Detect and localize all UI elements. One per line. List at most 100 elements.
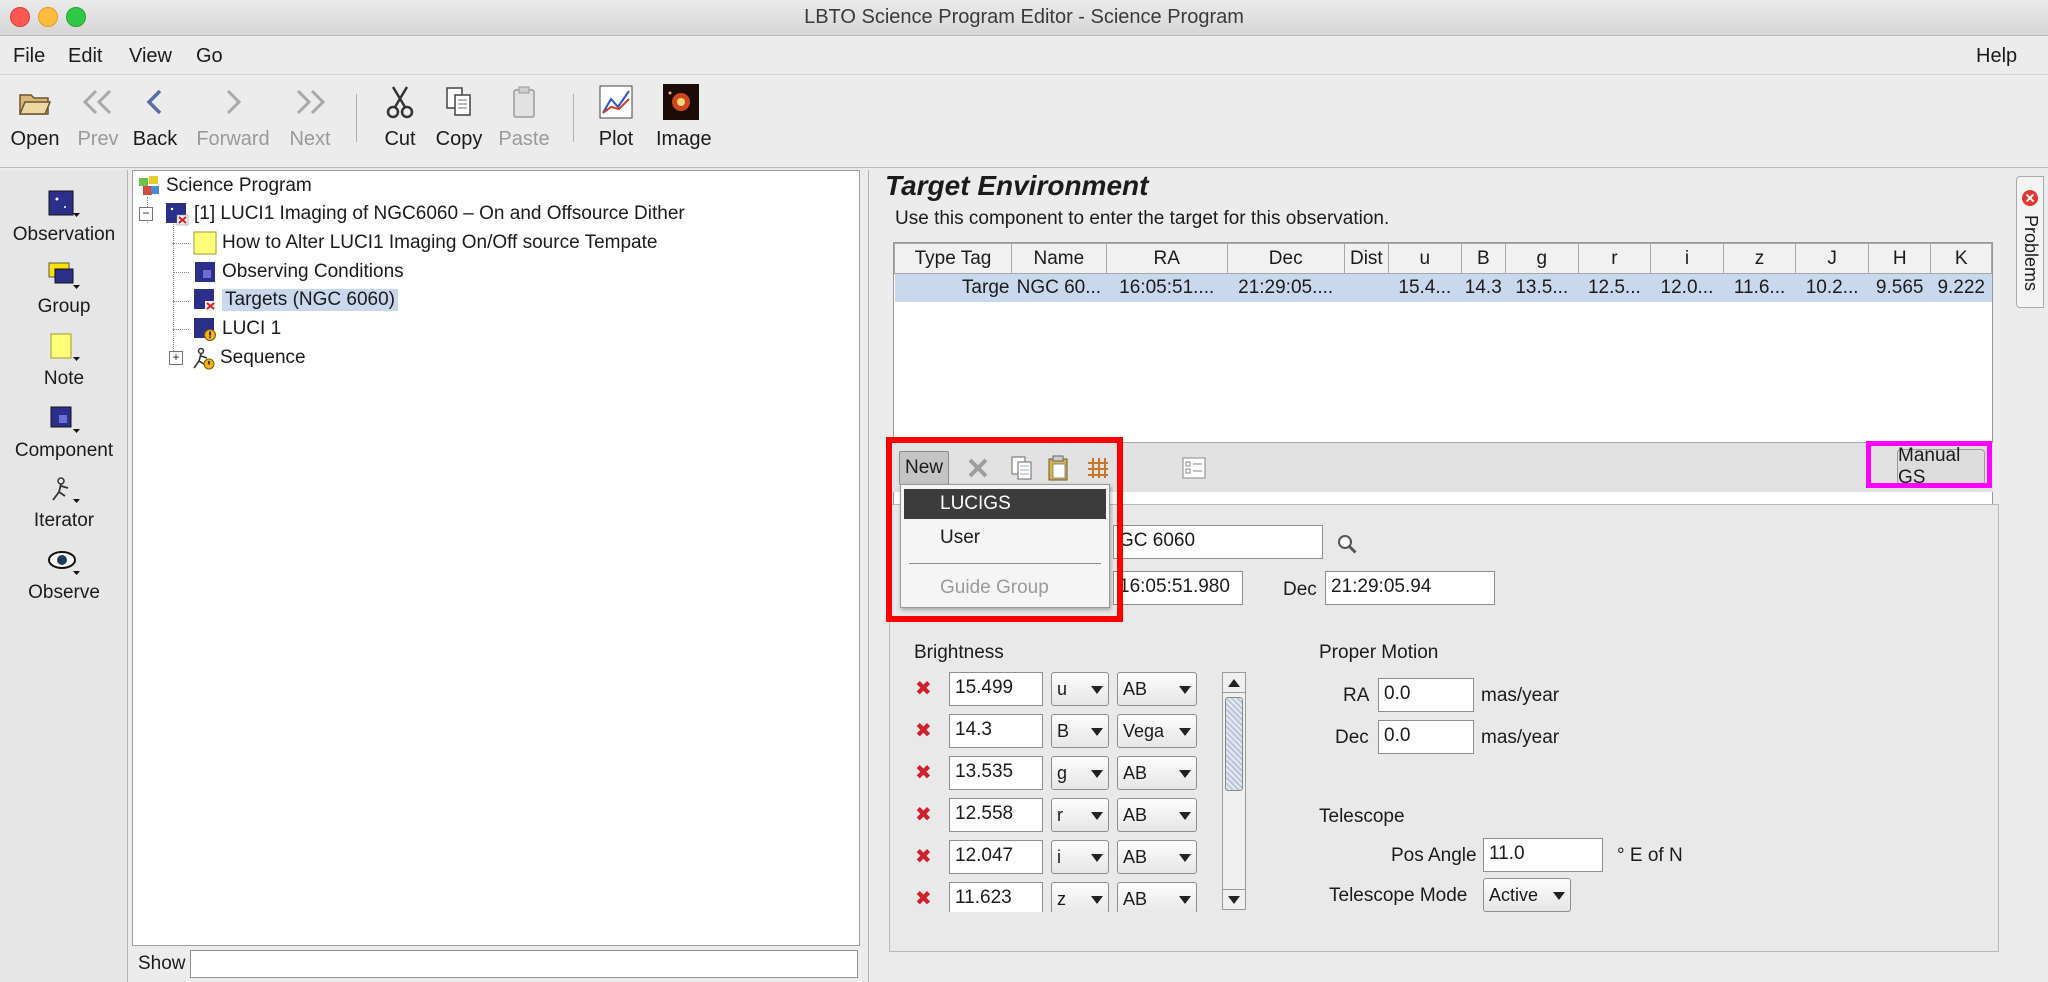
- menu-view[interactable]: View: [129, 45, 172, 68]
- scroll-up-arrow[interactable]: [1223, 673, 1245, 693]
- band-select[interactable]: i: [1051, 840, 1109, 874]
- telescope-title: Telescope: [1319, 806, 1405, 827]
- paste-button[interactable]: Paste: [498, 84, 550, 151]
- dec-input[interactable]: 21:29:05.94: [1325, 571, 1495, 605]
- system-select[interactable]: AB: [1117, 798, 1197, 832]
- page-title: Target Environment: [885, 170, 1149, 201]
- column-header[interactable]: J: [1795, 243, 1869, 274]
- tree-node-sequence[interactable]: + Sequence: [169, 345, 306, 371]
- menu-item-lucigs[interactable]: LUCIGS: [904, 489, 1106, 519]
- delete-brightness-icon[interactable]: ✖: [915, 676, 932, 701]
- manual-gs-button[interactable]: Manual GS: [1897, 445, 1985, 488]
- tree-node-science-program[interactable]: Science Program: [137, 173, 312, 199]
- pm-ra-input[interactable]: 0.0: [1378, 678, 1474, 712]
- menu-go[interactable]: Go: [196, 45, 223, 68]
- menu-help[interactable]: Help: [1976, 45, 2017, 68]
- column-header[interactable]: Type Tag: [894, 243, 1012, 274]
- palette-component[interactable]: Component: [0, 402, 128, 462]
- cut-button[interactable]: Cut: [378, 84, 422, 151]
- copy-target-button[interactable]: [1007, 453, 1037, 483]
- column-header[interactable]: Dist: [1343, 243, 1390, 274]
- plot-label: Plot: [598, 128, 634, 150]
- system-select[interactable]: Vega: [1117, 714, 1197, 748]
- paste-target-button[interactable]: [1043, 453, 1073, 483]
- magnitude-input[interactable]: 12.558: [949, 798, 1043, 832]
- system-select[interactable]: AB: [1117, 756, 1197, 790]
- open-button[interactable]: Open: [8, 84, 62, 151]
- expand-icon[interactable]: +: [169, 351, 183, 365]
- palette-observation[interactable]: Observation: [0, 186, 128, 246]
- delete-brightness-icon[interactable]: ✖: [915, 802, 932, 827]
- delete-brightness-icon[interactable]: ✖: [915, 760, 932, 785]
- band-select[interactable]: z: [1051, 882, 1109, 912]
- next-button[interactable]: Next: [285, 84, 335, 151]
- column-header[interactable]: K: [1930, 243, 1992, 274]
- band-select[interactable]: g: [1051, 756, 1109, 790]
- magnitude-input[interactable]: 14.3: [949, 714, 1043, 748]
- system-select[interactable]: AB: [1117, 840, 1197, 874]
- scroll-down-arrow[interactable]: [1223, 889, 1245, 909]
- new-button[interactable]: New: [899, 451, 949, 485]
- toolbar: Open Prev Back Forward Next Cut Copy Pas…: [0, 76, 2048, 168]
- palette-group[interactable]: Group: [0, 258, 128, 318]
- column-header[interactable]: g: [1504, 243, 1579, 274]
- catalog-search-button[interactable]: [1333, 530, 1361, 558]
- column-header[interactable]: Name: [1010, 243, 1107, 274]
- folder-open-icon: [18, 94, 52, 115]
- band-select[interactable]: B: [1051, 714, 1109, 748]
- palette-note[interactable]: Note: [0, 330, 128, 390]
- tree-node-luci[interactable]: LUCI 1: [193, 316, 281, 342]
- target-name-input[interactable]: GC 6060: [1113, 525, 1323, 559]
- image-button[interactable]: Image: [656, 84, 712, 151]
- plot-button[interactable]: Plot: [596, 84, 636, 151]
- forward-button[interactable]: Forward: [194, 84, 272, 151]
- column-header[interactable]: u: [1388, 243, 1462, 274]
- copy-button[interactable]: Copy: [434, 84, 484, 151]
- column-header[interactable]: B: [1460, 243, 1506, 274]
- telescope-mode-select[interactable]: Active: [1483, 878, 1571, 912]
- tree-node-targets[interactable]: Targets (NGC 6060): [193, 287, 399, 313]
- delete-brightness-icon[interactable]: ✖: [915, 886, 932, 911]
- menu-item-user[interactable]: User: [904, 523, 1106, 553]
- tree-node-note[interactable]: How to Alter LUCI1 Imaging On/Off source…: [193, 230, 657, 256]
- pm-dec-input[interactable]: 0.0: [1378, 720, 1474, 754]
- delete-brightness-icon[interactable]: ✖: [915, 844, 932, 869]
- tree-node-observation[interactable]: − [1] LUCI1 Imaging of NGC6060 – On and …: [139, 201, 685, 227]
- column-header[interactable]: z: [1722, 243, 1797, 274]
- column-header[interactable]: Dec: [1226, 243, 1345, 274]
- collapse-icon[interactable]: −: [139, 207, 153, 221]
- show-filter-input[interactable]: [190, 950, 858, 978]
- system-select[interactable]: AB: [1117, 882, 1197, 912]
- tree-node-observing-conditions[interactable]: Observing Conditions: [193, 259, 404, 285]
- pos-angle-input[interactable]: 11.0: [1483, 838, 1603, 872]
- open-label: Open: [10, 128, 60, 150]
- problems-tab[interactable]: Problems: [2016, 176, 2044, 308]
- tree-node-label: [1] LUCI1 Imaging of NGC6060 – On and Of…: [194, 203, 685, 224]
- band-select[interactable]: u: [1051, 672, 1109, 706]
- column-header[interactable]: r: [1577, 243, 1652, 274]
- ra-input[interactable]: 16:05:51.980: [1113, 571, 1243, 605]
- brightness-scrollbar[interactable]: [1222, 672, 1246, 910]
- scroll-thumb[interactable]: [1225, 697, 1243, 791]
- magnitude-input[interactable]: 13.535: [949, 756, 1043, 790]
- duplicate-target-button[interactable]: [1083, 453, 1113, 483]
- delete-brightness-icon[interactable]: ✖: [915, 718, 932, 743]
- table-row[interactable]: Targe NGC 60... 16:05:51.... 21:29:05.... 15…: [894, 273, 1992, 302]
- back-button[interactable]: Back: [132, 84, 178, 151]
- band-select[interactable]: r: [1051, 798, 1109, 832]
- column-header[interactable]: H: [1867, 243, 1932, 274]
- target-list-button[interactable]: [1179, 453, 1209, 483]
- table-body: Targe NGC 60... 16:05:51.... 21:29:05.... 15…: [894, 273, 1992, 302]
- menu-edit[interactable]: Edit: [68, 45, 102, 68]
- menu-file[interactable]: File: [13, 45, 45, 68]
- palette-iterator[interactable]: Iterator: [0, 472, 128, 532]
- prev-button[interactable]: Prev: [74, 84, 122, 151]
- palette-observe[interactable]: Observe: [0, 544, 128, 604]
- magnitude-input[interactable]: 12.047: [949, 840, 1043, 874]
- magnitude-input[interactable]: 11.623: [949, 882, 1043, 912]
- column-header[interactable]: RA: [1105, 243, 1228, 274]
- column-header[interactable]: i: [1650, 243, 1724, 274]
- system-select[interactable]: AB: [1117, 672, 1197, 706]
- magnitude-input[interactable]: 15.499: [949, 672, 1043, 706]
- remove-button[interactable]: [963, 453, 993, 483]
